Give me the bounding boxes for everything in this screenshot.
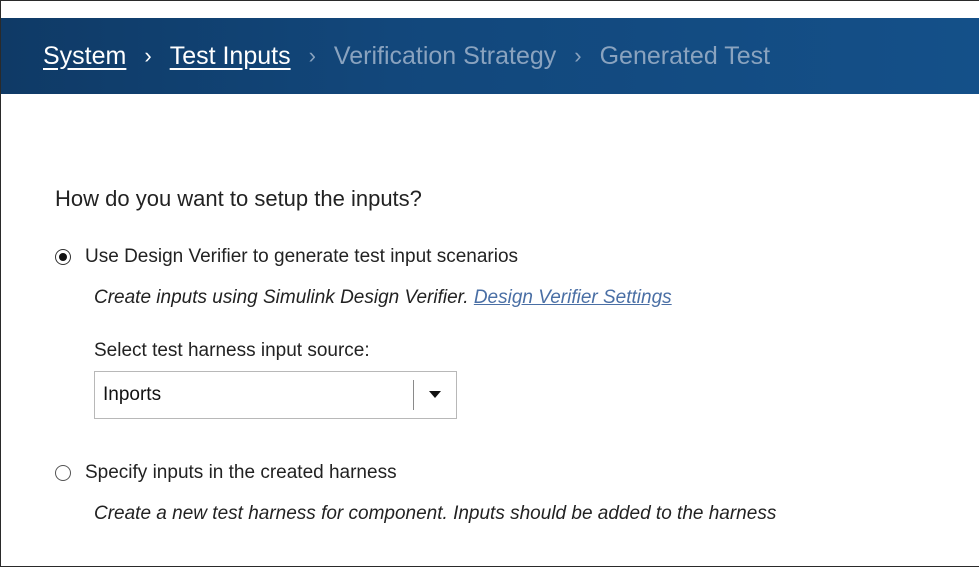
- breadcrumb-step-system[interactable]: System: [43, 42, 126, 71]
- option-created-harness-description: Create a new test harness for component.…: [94, 503, 777, 524]
- input-source-value: Inports: [103, 384, 162, 405]
- wizard-window: System › Test Inputs › Verification Stra…: [0, 0, 979, 567]
- description-text: Create inputs using Simulink Design Veri…: [94, 287, 469, 308]
- input-source-label: Select test harness input source:: [94, 340, 370, 361]
- option-created-harness[interactable]: Specify inputs in the created harness: [55, 462, 397, 484]
- caret-down-icon[interactable]: [414, 391, 456, 399]
- breadcrumb-step-generated-test: Generated Test: [599, 41, 771, 70]
- wizard-content: How do you want to setup the inputs? Use…: [1, 94, 979, 566]
- input-source-dropdown[interactable]: Inports: [94, 371, 457, 419]
- option-design-verifier[interactable]: Use Design Verifier to generate test inp…: [55, 246, 518, 268]
- breadcrumb-step-verification-strategy: Verification Strategy: [333, 41, 557, 70]
- question-heading: How do you want to setup the inputs?: [55, 186, 422, 211]
- radio-created-harness[interactable]: [55, 465, 71, 481]
- option-design-verifier-label: Use Design Verifier to generate test inp…: [85, 246, 519, 267]
- radio-design-verifier[interactable]: [55, 249, 71, 265]
- design-verifier-settings-link[interactable]: Design Verifier Settings: [474, 287, 672, 308]
- breadcrumb-separator: ›: [144, 43, 152, 68]
- breadcrumb: System › Test Inputs › Verification Stra…: [1, 18, 979, 94]
- breadcrumb-step-test-inputs[interactable]: Test Inputs: [170, 42, 291, 71]
- breadcrumb-separator: ›: [308, 43, 316, 68]
- option-design-verifier-description: Create inputs using Simulink Design Veri…: [94, 287, 672, 309]
- option-created-harness-label: Specify inputs in the created harness: [85, 462, 397, 483]
- breadcrumb-separator: ›: [574, 43, 582, 68]
